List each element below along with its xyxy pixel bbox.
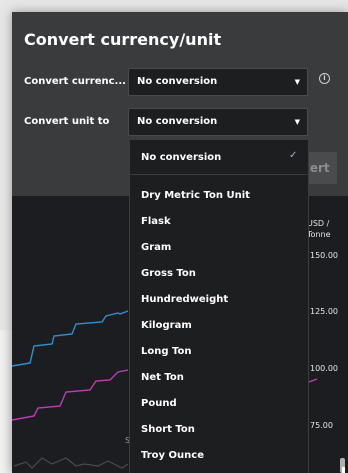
chart-line-magenta-right xyxy=(308,378,318,383)
menu-option[interactable]: Pound xyxy=(141,398,177,409)
convert-currency-label: Convert currenc... xyxy=(24,76,126,87)
menu-divider xyxy=(130,174,308,175)
y-tick-label: 150.00 xyxy=(310,251,338,260)
menu-option[interactable]: Flask xyxy=(141,216,171,227)
chevron-down-icon: ▼ xyxy=(294,78,300,86)
menu-option[interactable]: Gross Ton xyxy=(141,268,196,279)
menu-option[interactable]: Hundredweight xyxy=(141,294,228,305)
convert-currency-value: No conversion xyxy=(137,76,218,87)
convert-unit-value: No conversion xyxy=(137,116,218,127)
chart-line-gray xyxy=(13,457,129,469)
y-tick-label: 100.00 xyxy=(310,364,338,373)
chart-line-magenta xyxy=(12,369,129,421)
chevron-down-icon: ▼ xyxy=(294,118,300,126)
y-tick-label: 75.00 xyxy=(310,421,333,430)
menu-option[interactable]: Long Ton xyxy=(141,346,191,357)
menu-option[interactable]: Kilogram xyxy=(141,320,192,331)
menu-option[interactable]: Net Ton xyxy=(141,372,184,383)
unit-dropdown-menu: No conversion ✓ Dry Metric Ton Unit Flas… xyxy=(129,139,309,473)
chart-line-blue xyxy=(12,310,129,367)
convert-unit-select[interactable]: No conversion ▼ xyxy=(128,108,308,136)
menu-option[interactable]: Gram xyxy=(141,242,171,253)
menu-option-selected[interactable]: No conversion xyxy=(141,152,221,163)
y-tick-label: 125.00 xyxy=(310,307,338,316)
y-axis-title-line-1: USD / xyxy=(307,219,330,228)
menu-option[interactable]: Dry Metric Ton Unit xyxy=(141,190,250,201)
dialog-title: Convert currency/unit xyxy=(24,30,222,49)
convert-dialog: Convert currency/unit Convert currenc...… xyxy=(12,12,348,473)
y-axis-title-line-2: Tonne xyxy=(307,230,331,239)
menu-option[interactable]: Short Ton xyxy=(141,424,195,435)
convert-unit-label: Convert unit to xyxy=(24,116,110,127)
convert-currency-select[interactable]: No conversion ▼ xyxy=(128,68,308,96)
chart-scroll-indicator xyxy=(342,467,345,473)
info-icon[interactable]: i xyxy=(319,73,330,84)
checkmark-icon: ✓ xyxy=(289,150,298,161)
menu-option[interactable]: Troy Ounce xyxy=(141,450,204,461)
